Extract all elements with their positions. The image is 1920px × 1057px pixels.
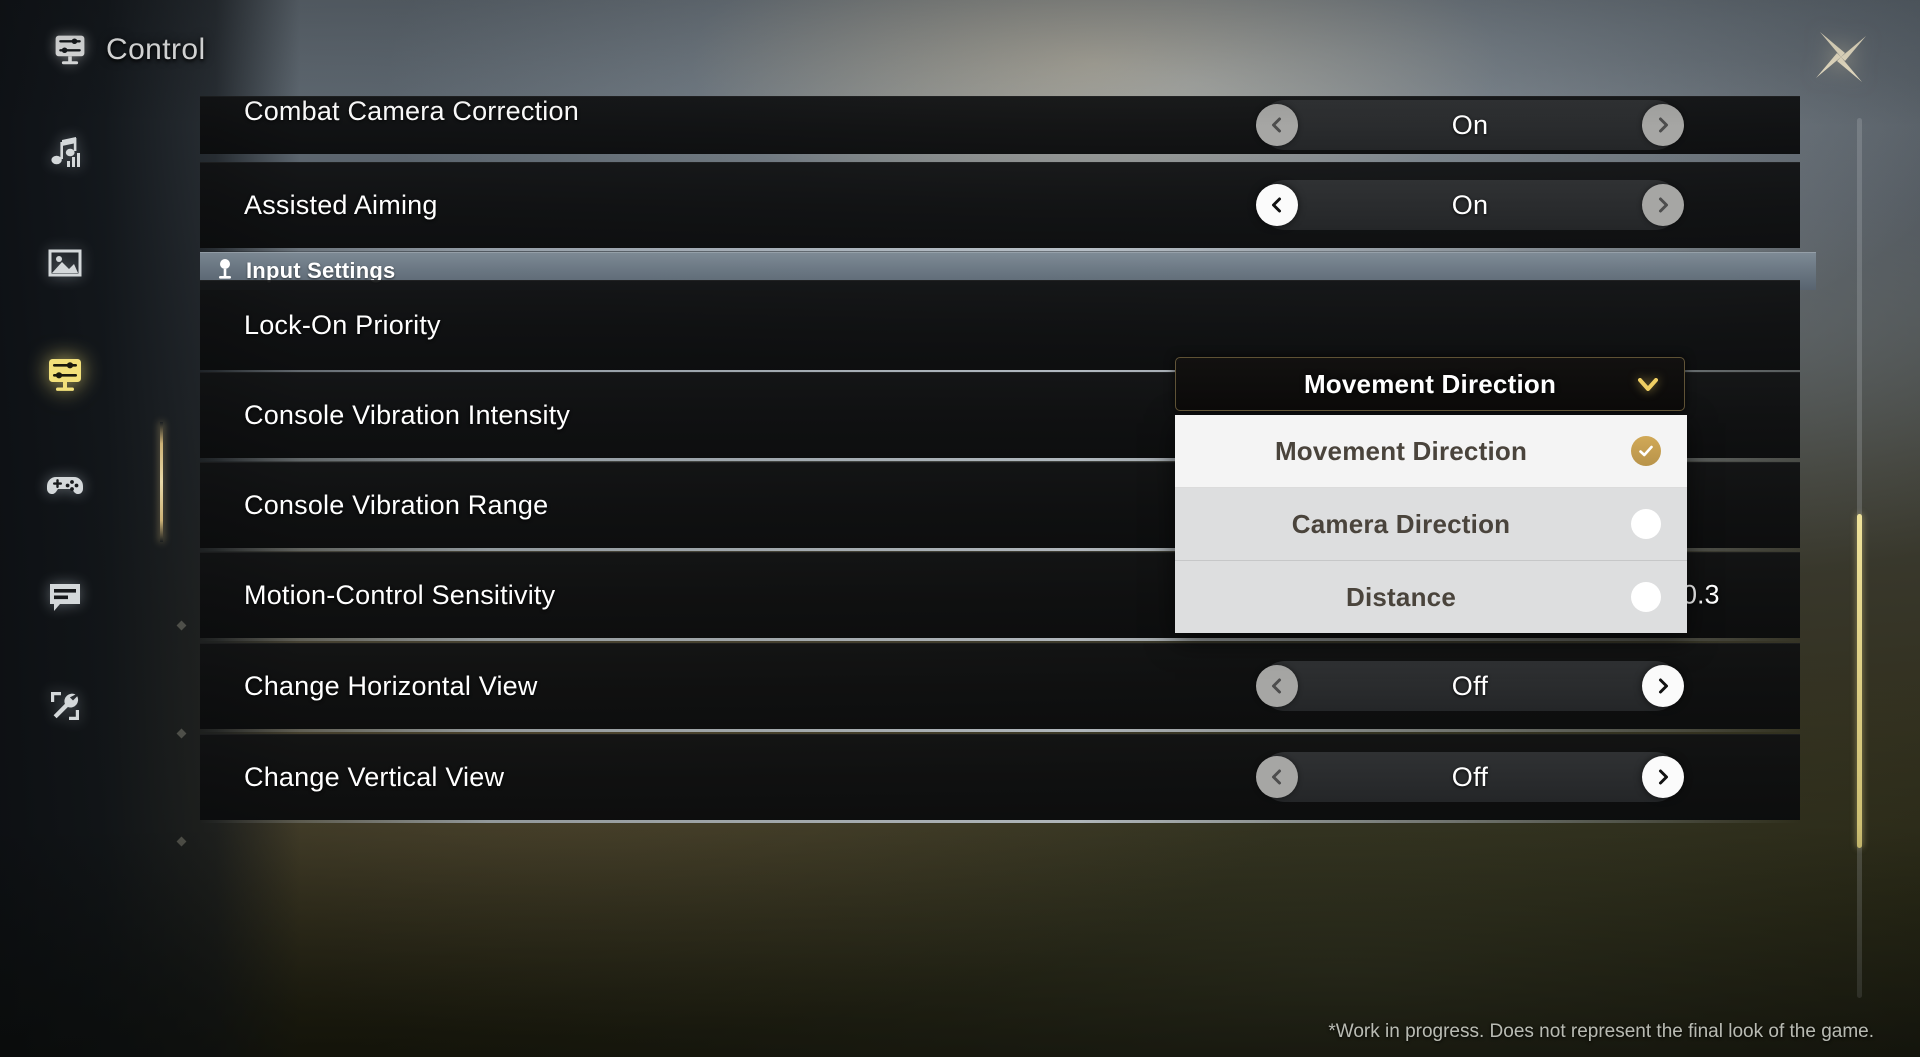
setting-row-change-vertical-view[interactable]: Change Vertical View Off <box>200 734 1800 823</box>
chat-bubble-icon <box>45 576 85 621</box>
stepper-next-button[interactable] <box>1642 665 1684 707</box>
radio-empty-icon <box>1631 582 1661 612</box>
four-point-star-close-icon[interactable] <box>1810 26 1872 88</box>
setting-row-combat-camera-correction[interactable]: Combat Camera Correction On <box>200 96 1800 154</box>
stepper-value: On <box>1451 109 1489 140</box>
image-picture-icon <box>45 243 85 288</box>
sidebar-item-control[interactable] <box>42 354 88 400</box>
setting-row-assisted-aiming[interactable]: Assisted Aiming On <box>200 162 1800 251</box>
control-sliders-icon <box>45 355 85 400</box>
sidebar-item-chat[interactable] <box>42 575 88 621</box>
content-scrollbar[interactable] <box>1857 118 1862 998</box>
page-title-group: Control <box>52 32 206 68</box>
settings-screen: Control Combat Camera Correction On Assi… <box>0 0 1920 1057</box>
radio-empty-icon <box>1631 509 1661 539</box>
active-section-accent-line <box>160 422 163 542</box>
stepper-next-button[interactable] <box>1642 184 1684 226</box>
sidebar-item-controller[interactable] <box>42 464 88 510</box>
stepper-control: On <box>1256 180 1684 230</box>
stepper-value: Off <box>1451 761 1489 792</box>
setting-label: Lock-On Priority <box>244 309 441 340</box>
page-title: Control <box>106 33 206 66</box>
dropdown-option-label: Movement Direction <box>1274 435 1528 466</box>
stepper-control: Off <box>1256 752 1684 802</box>
setting-label: Change Horizontal View <box>244 670 538 701</box>
setting-label: Assisted Aiming <box>244 189 438 220</box>
stepper-prev-button[interactable] <box>1256 104 1298 146</box>
wrench-tools-icon <box>45 686 85 731</box>
stepper-value: On <box>1451 189 1489 220</box>
stepper-value: Off <box>1451 670 1489 701</box>
check-circle-icon <box>1631 436 1661 466</box>
stepper-next-button[interactable] <box>1642 756 1684 798</box>
dropdown-options-list: Movement Direction Camera Direction Dist… <box>1175 415 1687 633</box>
dropdown-selected-value: Movement Direction <box>1303 368 1557 399</box>
stepper-prev-button[interactable] <box>1256 756 1298 798</box>
setting-label: Motion-Control Sensitivity <box>244 579 556 610</box>
slider-value: 0.3 <box>1682 579 1720 610</box>
scrollbar-thumb[interactable] <box>1857 514 1862 849</box>
setting-label: Console Vibration Range <box>244 489 549 520</box>
stepper-control: Off <box>1256 661 1684 711</box>
sidebar-item-audio[interactable] <box>42 132 88 178</box>
stepper-prev-button[interactable] <box>1256 665 1298 707</box>
sidebar-item-other[interactable] <box>42 685 88 731</box>
sidebar <box>0 112 187 1057</box>
stepper-prev-button[interactable] <box>1256 184 1298 226</box>
stepper-control: On <box>1256 100 1684 150</box>
stepper-next-button[interactable] <box>1642 104 1684 146</box>
chevron-down-icon[interactable] <box>1634 370 1662 398</box>
setting-label: Console Vibration Intensity <box>244 399 571 430</box>
sidebar-item-graphics[interactable] <box>42 242 88 288</box>
dropdown-option-movement-direction[interactable]: Movement Direction <box>1175 415 1687 488</box>
dropdown-option-distance[interactable]: Distance <box>1175 561 1687 633</box>
dropdown-option-camera-direction[interactable]: Camera Direction <box>1175 488 1687 561</box>
gamepad-icon <box>45 465 85 510</box>
dropdown-option-label: Distance <box>1346 581 1456 612</box>
control-sliders-icon <box>52 32 88 68</box>
setting-label: Combat Camera Correction <box>244 96 579 126</box>
setting-label: Change Vertical View <box>244 761 505 792</box>
disclaimer-note: *Work in progress. Does not represent th… <box>1328 1021 1874 1042</box>
music-note-icon <box>45 133 85 178</box>
lock-on-priority-dropdown: Movement Direction Movement Direction Ca… <box>1175 357 1687 633</box>
dropdown-toggle[interactable]: Movement Direction <box>1175 357 1685 411</box>
dropdown-option-label: Camera Direction <box>1291 508 1511 539</box>
setting-row-change-horizontal-view[interactable]: Change Horizontal View Off <box>200 643 1800 732</box>
